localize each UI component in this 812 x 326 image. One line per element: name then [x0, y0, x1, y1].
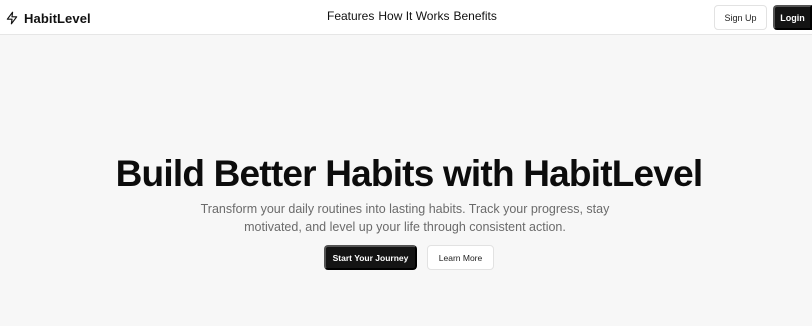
lightning-bolt-icon [5, 11, 19, 25]
start-journey-button[interactable]: Start Your Journey [324, 245, 417, 270]
nav-link-benefits[interactable]: Benefits [453, 9, 496, 23]
learn-more-button[interactable]: Learn More [427, 245, 494, 270]
login-button[interactable]: Login [773, 5, 812, 30]
nav-link-how-it-works[interactable]: How It Works [378, 9, 449, 23]
brand-name: HabitLevel [24, 10, 91, 26]
nav-link-features[interactable]: Features [327, 9, 374, 23]
top-navbar: HabitLevel Features How It Works Benefit… [0, 0, 812, 35]
hero-subtitle: Transform your daily routines into lasti… [200, 202, 610, 234]
nav-links: Features How It Works Benefits [327, 9, 497, 23]
sign-up-button[interactable]: Sign Up [714, 5, 767, 30]
hero-title: Build Better Habits with HabitLevel [115, 153, 704, 194]
brand-logo[interactable]: HabitLevel [5, 8, 91, 28]
